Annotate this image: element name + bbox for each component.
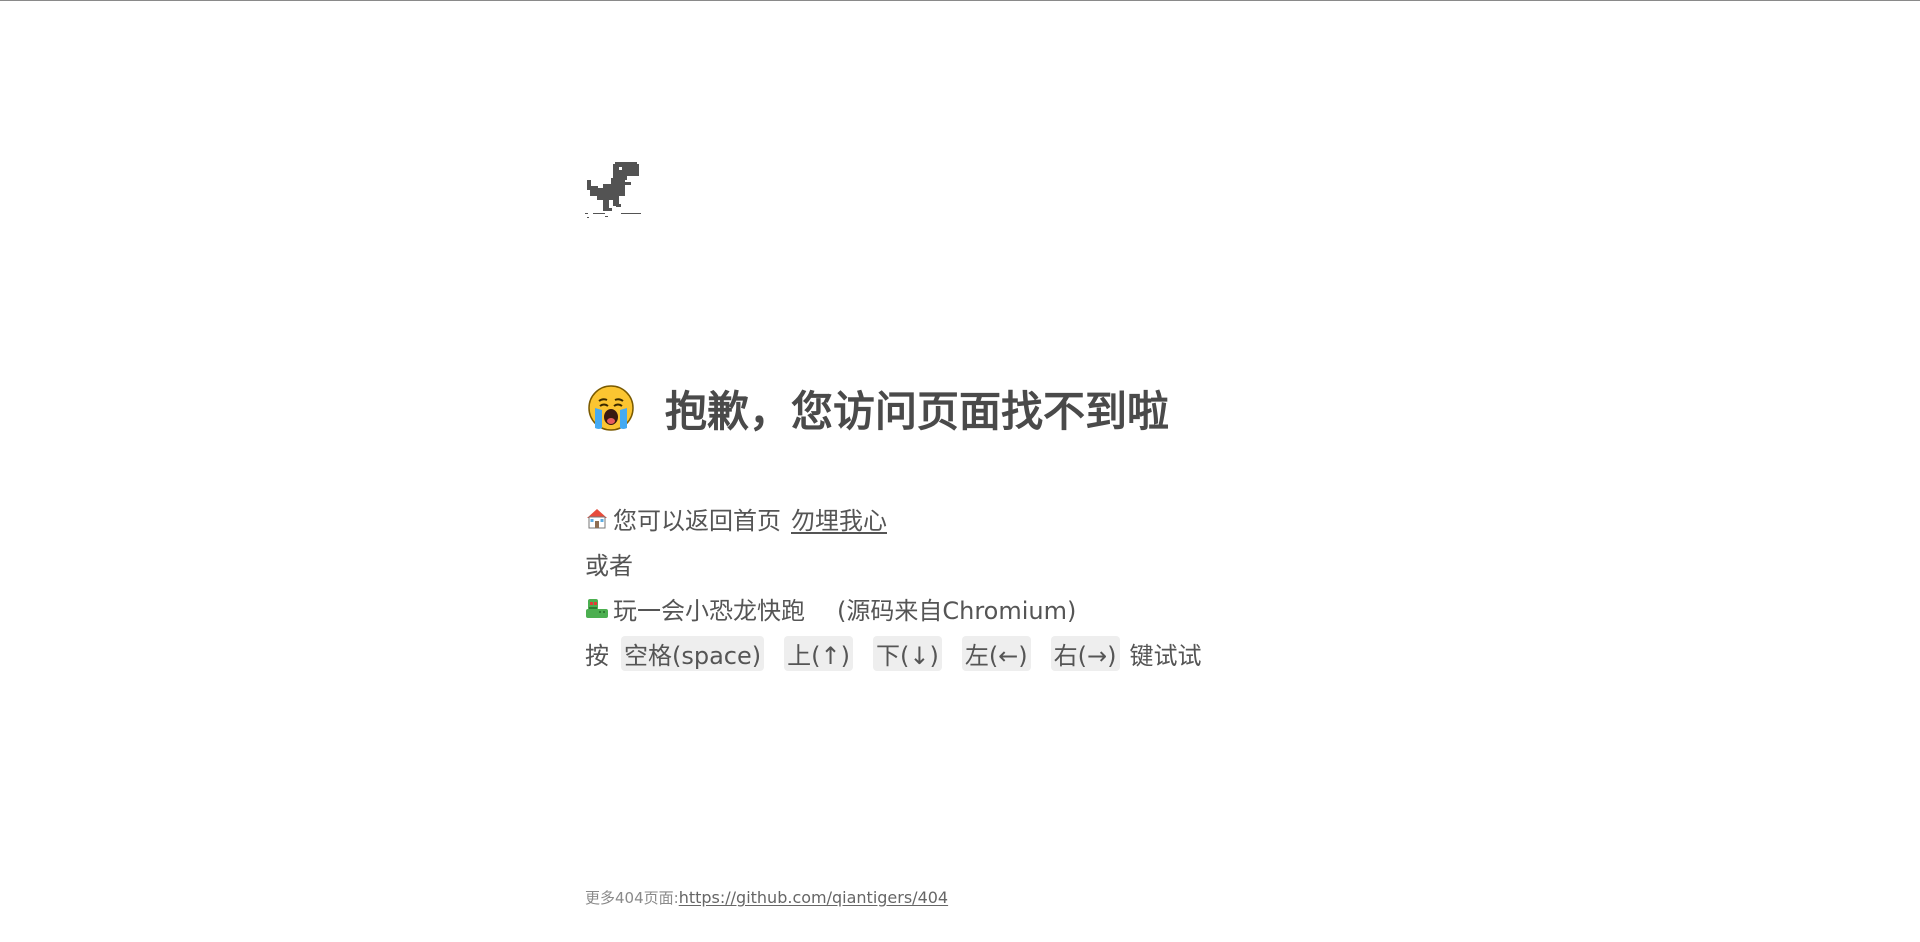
home-link[interactable]: 勿埋我心	[791, 501, 887, 536]
key-down: 下(↓)	[872, 635, 942, 671]
keys-line: 按 空格(space) 上(↑) 下(↓) 左(←) 右(→) 键试试	[585, 635, 1202, 671]
page-content: 抱歉，您访问页面找不到啦 您可以返回首页 勿埋我心 或者 玩一会小恐龙快跑 (源…	[585, 0, 1345, 942]
game-line-text: 玩一会小恐龙快跑	[613, 596, 805, 625]
error-headline: 抱歉，您访问页面找不到啦	[587, 378, 1169, 438]
house-icon	[587, 509, 607, 529]
footer-label: 更多404页面:	[585, 889, 679, 907]
key-left: 左(←)	[961, 635, 1031, 671]
footer: 更多404页面: https://github.com/qiantigers/4…	[585, 887, 948, 908]
headline-text: 抱歉，您访问页面找不到啦	[665, 386, 1170, 436]
footer-github-link[interactable]: https://github.com/qiantigers/404	[679, 888, 948, 907]
crying-face-icon	[588, 385, 634, 431]
or-text: 或者	[585, 551, 633, 580]
or-line: 或者	[585, 547, 633, 580]
game-line: 玩一会小恐龙快跑 (源码来自Chromium)	[585, 592, 1077, 625]
key-up: 上(↑)	[784, 635, 853, 671]
home-line: 您可以返回首页 勿埋我心	[585, 501, 887, 536]
dinosaur-game-icon[interactable]	[585, 160, 641, 220]
keys-prefix: 按	[585, 641, 609, 670]
key-right: 右(→)	[1050, 635, 1120, 671]
dinosaur-icon	[586, 599, 608, 618]
keys-suffix: 键试试	[1129, 641, 1202, 670]
home-line-text: 您可以返回首页	[613, 506, 781, 535]
source-note: (源码来自Chromium)	[837, 596, 1077, 625]
key-space: 空格(space)	[621, 635, 765, 671]
